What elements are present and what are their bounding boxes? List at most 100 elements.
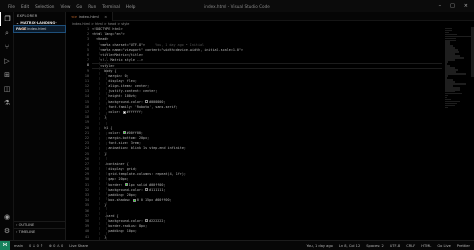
code-text: .container { bbox=[92, 161, 129, 166]
status-item[interactable]: UTF-8 bbox=[390, 244, 400, 248]
code-text: body { bbox=[92, 68, 117, 73]
code-text: grid-template-columns: repeat(4, 1fr); bbox=[92, 172, 186, 177]
code-text: padding: 20px; bbox=[92, 193, 137, 197]
html-file-icon: <> bbox=[71, 14, 78, 19]
chevron-down-icon: ⌄ bbox=[16, 21, 20, 25]
window-controls: – □ × bbox=[439, 3, 468, 9]
menu-item-run[interactable]: Run bbox=[88, 4, 96, 9]
code-text: <head> bbox=[92, 37, 109, 42]
extensions-icon[interactable]: ⊞ bbox=[0, 68, 14, 82]
css-value: #000000; bbox=[149, 99, 166, 104]
search-icon[interactable]: ⌕ bbox=[0, 26, 14, 40]
status-item[interactable]: Live Share bbox=[69, 244, 88, 248]
status-item[interactable]: Spaces: 2 bbox=[366, 244, 383, 248]
line-number: 41 bbox=[84, 234, 89, 239]
menu-item-go[interactable]: Go bbox=[76, 4, 82, 9]
status-item[interactable]: Prettier bbox=[457, 244, 470, 248]
title-bar: File Edit Selection View Go Run Terminal Help i… bbox=[0, 0, 474, 12]
color-swatch-icon[interactable] bbox=[145, 188, 149, 192]
code-text: gap: 20px; bbox=[92, 177, 129, 182]
code-text: <title>Matrix</title> bbox=[92, 52, 144, 57]
code-text: padding: 10px; bbox=[92, 229, 137, 234]
code-text: animation: blink 1s step-end infinite; bbox=[92, 146, 186, 151]
menu-item-file[interactable]: File bbox=[8, 4, 15, 9]
code-text: } bbox=[92, 115, 107, 120]
status-item[interactable]: main bbox=[14, 244, 23, 248]
css-property: background-color: bbox=[92, 99, 146, 104]
status-bar: ⋈ main 0 ↓ 0 ↑ ⊗ 0 ⚠ 0 Live Share You, 1 da… bbox=[0, 240, 474, 250]
color-swatch-icon[interactable] bbox=[132, 198, 136, 202]
minimize-icon[interactable]: – bbox=[439, 3, 442, 9]
tab-index-html[interactable]: <> index.html × bbox=[66, 12, 114, 21]
timeline-section[interactable]: › TIMELINE bbox=[14, 228, 66, 234]
code-line[interactable]: } bbox=[92, 235, 442, 240]
testing-icon[interactable]: ⚗ bbox=[0, 96, 14, 110]
code-text: <!DOCTYPE html> bbox=[92, 27, 123, 31]
explorer-sidebar: EXPLORER ⌄ MATRIX-LANDING-PAGE <> index.… bbox=[13, 12, 66, 240]
account-icon[interactable]: ◉ bbox=[0, 210, 14, 224]
timeline-label: TIMELINE bbox=[18, 230, 36, 234]
settings-gear-icon[interactable]: ⚙ bbox=[0, 224, 14, 238]
menu-item-edit[interactable]: Edit bbox=[21, 4, 29, 9]
code-editor[interactable]: 1 2 3 4 5 6 7 8 9 10 11 12 13 14 15 16 17 18 19 20 21 22 23 24 2… bbox=[66, 27, 442, 240]
color-swatch-icon[interactable] bbox=[122, 131, 126, 135]
menu-item-terminal[interactable]: Terminal bbox=[102, 4, 120, 9]
menu-item-view[interactable]: View bbox=[60, 4, 70, 9]
remote-indicator-icon[interactable]: ⋈ bbox=[0, 241, 10, 250]
css-property: color: bbox=[92, 130, 123, 135]
css-value: #222222; bbox=[149, 218, 166, 223]
status-item[interactable]: Ln 8, Col 12 bbox=[339, 244, 360, 248]
status-item[interactable]: 0 ↓ 0 ↑ bbox=[29, 244, 43, 248]
window-title: index.html - Visual Studio Code bbox=[204, 3, 270, 9]
color-swatch-icon[interactable] bbox=[122, 110, 126, 114]
code-text: border-radius: 8px; bbox=[92, 224, 148, 229]
code-text: margin: 0; bbox=[92, 73, 129, 78]
color-swatch-icon[interactable] bbox=[145, 219, 149, 223]
status-right: You, 1 day ago Ln 8, Col 12 Spaces: 2 UTF-8… bbox=[307, 244, 471, 248]
minimap[interactable] bbox=[442, 27, 474, 240]
html-file-icon: <> bbox=[20, 27, 27, 31]
minimap-line bbox=[445, 106, 449, 109]
css-value: #111111; bbox=[149, 187, 166, 192]
code-text: } bbox=[92, 203, 107, 208]
code-text: font-family: 'Roboto', sans-serif; bbox=[92, 104, 178, 109]
outline-section[interactable]: › OUTLINE bbox=[14, 221, 66, 227]
code-text: h1 { bbox=[92, 125, 113, 130]
css-value: #00ff00; bbox=[126, 130, 143, 135]
status-item[interactable]: CRLF bbox=[406, 244, 415, 248]
activity-bar: ❐ ⌕ ⑂ ▷ ⊞ ◫ ⚗ ◉ ⚙ bbox=[0, 12, 14, 240]
menu-item-help[interactable]: Help bbox=[126, 4, 136, 9]
files-icon[interactable]: ❐ bbox=[0, 12, 14, 26]
css-value: 0 0 15px #00ff00; bbox=[136, 198, 172, 203]
code-text: <meta name="viewport" content="width=dev… bbox=[92, 47, 244, 52]
close-icon[interactable]: × bbox=[464, 3, 468, 9]
color-swatch-icon[interactable] bbox=[124, 183, 128, 187]
chevron-right-icon: › bbox=[16, 223, 18, 227]
code-text: font-size: 3rem; bbox=[92, 141, 141, 146]
menu-bar: File Edit Selection View Go Run Terminal Help bbox=[0, 4, 135, 9]
status-item[interactable]: ⊗ 0 ⚠ 0 bbox=[49, 244, 63, 248]
explorer-header: EXPLORER bbox=[17, 14, 38, 18]
menu-item-selection[interactable]: Selection bbox=[35, 4, 54, 9]
css-property: background-color: bbox=[92, 218, 146, 223]
status-item[interactable]: Go Live bbox=[437, 244, 450, 248]
remote-icon[interactable]: ◫ bbox=[0, 82, 14, 96]
code-text: <!-- Matrix style --> bbox=[92, 58, 144, 63]
code-area[interactable]: <!DOCTYPE html> <html lang="en"> <head> <… bbox=[92, 27, 442, 240]
code-text: .card { bbox=[92, 213, 119, 218]
code-text: display: flex; bbox=[92, 78, 137, 83]
color-swatch-icon[interactable] bbox=[145, 100, 149, 104]
run-debug-icon[interactable]: ▷ bbox=[0, 54, 14, 68]
status-item[interactable]: You, 1 day ago bbox=[307, 244, 333, 248]
css-value: 1px solid #00ff00; bbox=[128, 182, 166, 187]
outline-label: OUTLINE bbox=[18, 223, 35, 227]
maximize-icon[interactable]: □ bbox=[450, 3, 455, 9]
status-item[interactable]: HTML bbox=[421, 244, 431, 248]
file-item-index-html[interactable]: <> index.html bbox=[13, 25, 66, 33]
code-text: } bbox=[92, 234, 107, 239]
editor-tabs: <> index.html × bbox=[66, 12, 474, 21]
code-text: <meta charset="UTF-8"> bbox=[92, 42, 146, 47]
close-icon[interactable]: × bbox=[104, 14, 107, 19]
css-property: color: bbox=[92, 110, 123, 114]
source-control-icon[interactable]: ⑂ bbox=[0, 40, 14, 54]
